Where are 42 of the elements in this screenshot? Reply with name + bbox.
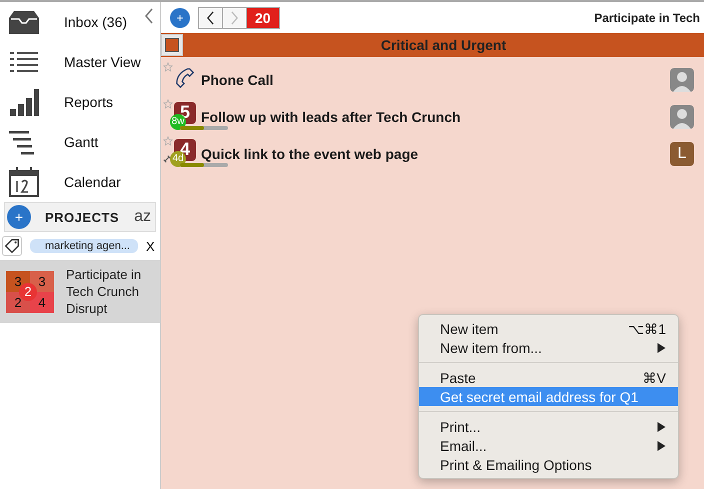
progress-bar bbox=[180, 126, 228, 130]
menu-item[interactable]: New item ⌥⌘1 bbox=[419, 319, 678, 338]
sort-button[interactable]: az bbox=[132, 208, 153, 226]
avatar-icon bbox=[670, 68, 694, 92]
star-icon[interactable] bbox=[163, 136, 173, 146]
tag-filter-chip[interactable]: marketing agen... bbox=[30, 239, 138, 253]
clear-filter-button[interactable]: X bbox=[146, 238, 155, 254]
nav-item[interactable]: Calendar bbox=[64, 174, 121, 190]
item-count-badge: 20 bbox=[247, 8, 279, 28]
menu-item[interactable]: Paste ⌘V bbox=[419, 368, 678, 387]
project-item[interactable]: 3 3 2 4 2 Participate in Tech Crunch Disrupt bbox=[0, 260, 160, 323]
tag-icon[interactable] bbox=[2, 236, 22, 256]
project-title: Participate in Tech bbox=[594, 10, 701, 24]
task-title[interactable]: Quick link to the event web page bbox=[201, 146, 418, 162]
nav-item[interactable]: Inbox (36) bbox=[64, 14, 128, 30]
project-name: Participate in Tech Crunch Disrupt bbox=[66, 266, 142, 317]
chevron-left-icon bbox=[206, 10, 215, 24]
section-title: Critical and Urgent bbox=[380, 37, 508, 53]
avatar-letter: L bbox=[670, 142, 694, 166]
section-checkbox[interactable] bbox=[161, 34, 183, 56]
star-icon[interactable] bbox=[163, 99, 173, 109]
bar-chart-icon[interactable] bbox=[8, 86, 40, 118]
nav-item[interactable]: Gantt bbox=[64, 134, 98, 150]
menu-item[interactable]: Print & Emailing Options bbox=[419, 455, 678, 474]
task-title[interactable]: Phone Call bbox=[201, 72, 274, 88]
task-title[interactable]: Follow up with leads after Tech Crunch bbox=[201, 108, 461, 124]
back-button[interactable] bbox=[199, 8, 223, 28]
phone-icon bbox=[174, 66, 196, 88]
star-icon[interactable] bbox=[163, 62, 173, 72]
menu-item[interactable]: Email... bbox=[419, 436, 678, 455]
nav-item[interactable]: Master View bbox=[64, 54, 141, 70]
progress-bar bbox=[180, 162, 228, 166]
avatar-icon bbox=[670, 104, 694, 128]
menu-item[interactable]: Print... bbox=[419, 417, 678, 436]
nav-item[interactable]: Reports bbox=[64, 94, 114, 110]
chevron-left-icon[interactable] bbox=[144, 8, 154, 24]
add-item-button[interactable]: + bbox=[170, 8, 190, 28]
projects-label: PROJECTS bbox=[45, 210, 120, 224]
menu-item[interactable]: New item from... bbox=[419, 338, 678, 357]
calendar-icon[interactable] bbox=[8, 166, 40, 198]
add-project-button[interactable]: + bbox=[7, 205, 31, 229]
chevron-right-icon bbox=[230, 10, 239, 24]
